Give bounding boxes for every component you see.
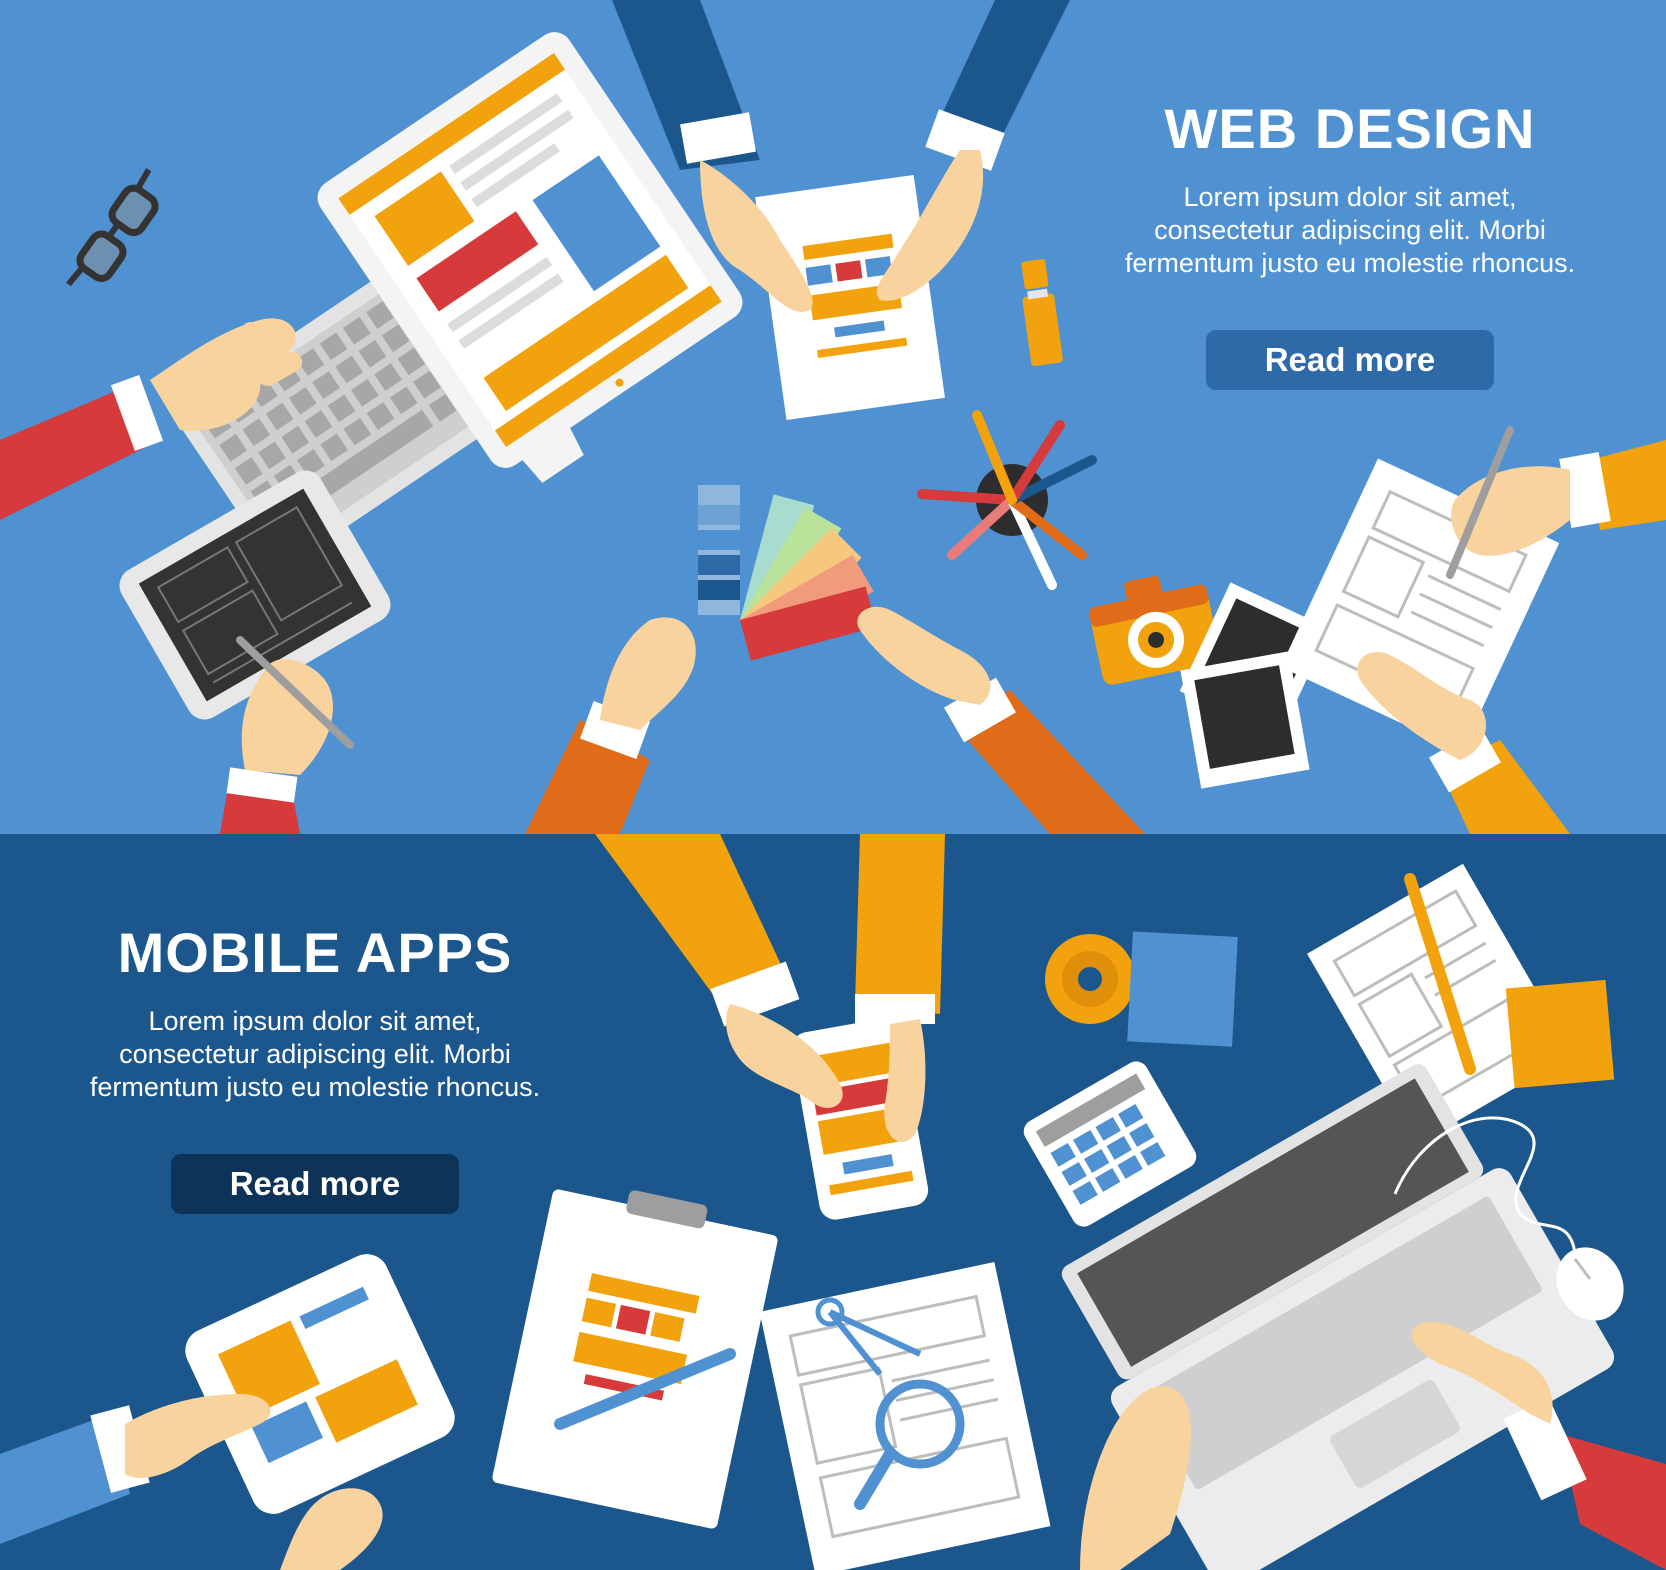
clipboard-icon: [492, 1189, 778, 1529]
pencil-cup-icon: [917, 410, 1097, 590]
mobile-apps-banner: MOBILE APPS Lorem ipsum dolor sit amet, …: [0, 834, 1666, 1570]
tablet-icon: [0, 1254, 455, 1570]
mobile-apps-copy: MOBILE APPS Lorem ipsum dolor sit amet, …: [80, 921, 550, 1214]
color-swatch-icon: [698, 485, 877, 661]
blueprint-icon: [759, 1262, 1051, 1570]
smartphone-icon: [595, 834, 945, 1220]
sketch-paper-icon: [1280, 426, 1666, 834]
mobile-apps-title: MOBILE APPS: [117, 921, 513, 984]
sticky-note-icon: [1127, 931, 1238, 1047]
web-design-banner: WEB DESIGN Lorem ipsum dolor sit amet, c…: [0, 0, 1666, 834]
web-design-copy: WEB DESIGN Lorem ipsum dolor sit amet, c…: [1120, 97, 1580, 390]
mobile-apps-read-more-button[interactable]: Read more: [171, 1153, 459, 1214]
web-design-read-more-button[interactable]: Read more: [1206, 329, 1494, 390]
disc-icon: [1045, 934, 1135, 1024]
swatch-hands-icon: [525, 606, 1145, 834]
glasses-icon: [66, 168, 159, 287]
highlighter-icon: [1021, 259, 1063, 367]
web-design-description: Lorem ipsum dolor sit amet, consectetur …: [1124, 181, 1576, 278]
web-design-title: WEB DESIGN: [1164, 97, 1536, 160]
mobile-apps-description: Lorem ipsum dolor sit amet, consectetur …: [89, 1005, 541, 1102]
